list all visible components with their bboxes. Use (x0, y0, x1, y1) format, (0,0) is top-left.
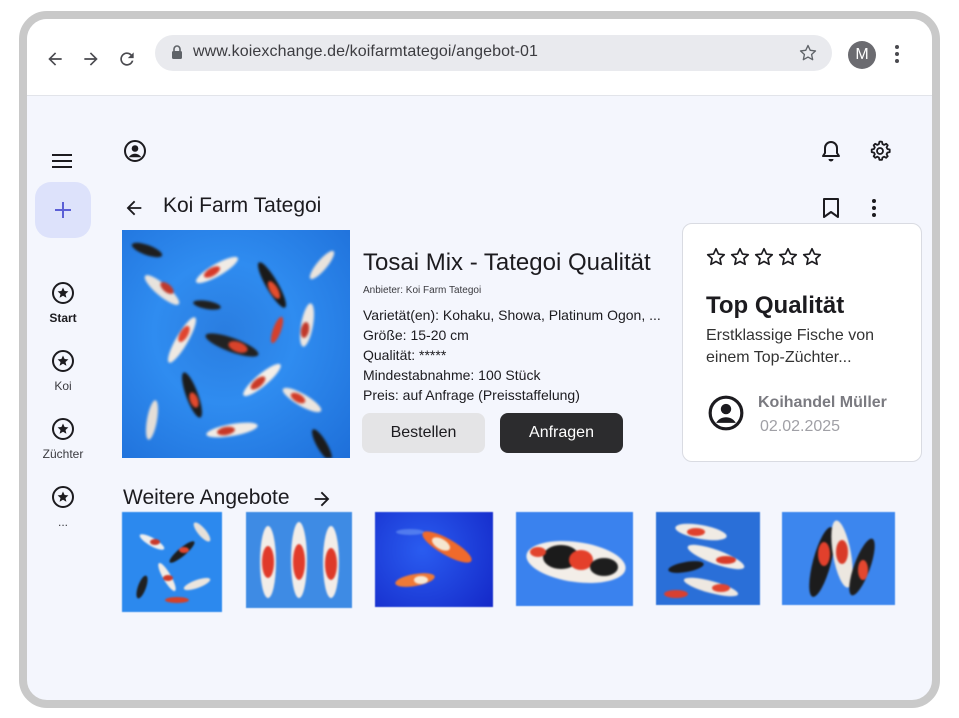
reload-icon[interactable] (115, 47, 139, 71)
star-outline-icon (706, 247, 726, 266)
back-icon[interactable] (43, 47, 67, 71)
product-title: Tosai Mix - Tategoi Qualität (363, 249, 651, 276)
rail-item-more[interactable]: ... (27, 485, 99, 529)
inquire-button[interactable]: Anfragen (500, 413, 623, 453)
seller-label: Anbieter: Koi Farm Tategoi (363, 285, 482, 296)
menu-icon[interactable] (52, 153, 74, 174)
product-image[interactable] (122, 230, 350, 458)
lock-icon (171, 45, 183, 64)
bell-icon[interactable] (820, 139, 842, 168)
add-button[interactable] (35, 182, 91, 238)
star-circle-icon (27, 349, 99, 373)
offer-thumbnail[interactable] (375, 512, 493, 607)
back-arrow-icon[interactable] (123, 197, 145, 224)
star-circle-icon (27, 417, 99, 441)
star-circle-icon (27, 281, 99, 305)
spec-varieties: Varietät(en): Kohaku, Showa, Platinum Og… (363, 307, 661, 323)
rail-item-start[interactable]: Start (27, 281, 99, 325)
spec-size: Größe: 15-20 cm (363, 327, 469, 343)
star-outline-icon (802, 247, 822, 266)
page-title: Koi Farm Tategoi (163, 194, 322, 217)
offer-thumbnail[interactable] (246, 512, 352, 608)
offer-thumbnail[interactable] (516, 512, 633, 606)
spec-quality: Qualität: ***** (363, 347, 447, 363)
browser-toolbar: www.koiexchange.de/koifarmtategoi/angebo… (27, 19, 932, 96)
rail-item-zuechter[interactable]: Züchter (27, 417, 99, 461)
spec-price: Preis: auf Anfrage (Preisstaffelung) (363, 387, 580, 403)
star-outline-icon (778, 247, 798, 266)
card-title: Top Qualität (706, 292, 845, 319)
profile-avatar[interactable]: M (848, 41, 876, 69)
more-offers-title[interactable]: Weitere Angebote (123, 486, 290, 510)
bookmark-star-icon[interactable] (798, 43, 818, 68)
card-description: Erstklassige Fische von einem Top-Züchte… (706, 327, 875, 366)
offer-thumbnail[interactable] (656, 512, 760, 605)
browser-menu-icon[interactable] (893, 43, 901, 70)
offer-thumbnail[interactable] (782, 512, 895, 605)
star-circle-icon (27, 485, 99, 509)
more-options-icon[interactable] (870, 197, 878, 224)
star-outline-icon (730, 247, 750, 266)
review-card: Top Qualität Erstklassige Fische von ein… (682, 223, 922, 462)
device-frame: www.koiexchange.de/koifarmtategoi/angebo… (19, 11, 940, 708)
rail-item-label: ... (57, 515, 68, 529)
account-circle-icon[interactable] (123, 139, 147, 168)
rail-item-label: Züchter (42, 447, 84, 461)
url-text[interactable]: www.koiexchange.de/koifarmtategoi/angebo… (193, 43, 538, 61)
spec-min-order: Mindestabnahme: 100 Stück (363, 367, 541, 383)
star-outline-icon (754, 247, 774, 266)
plus-icon (55, 202, 71, 218)
rail-item-label: Start (49, 311, 77, 325)
forward-icon[interactable] (79, 47, 103, 71)
rail-item-koi[interactable]: Koi (27, 349, 99, 393)
review-date: 02.02.2025 (760, 418, 841, 435)
address-bar[interactable]: www.koiexchange.de/koifarmtategoi/angebo… (155, 35, 832, 71)
rail-item-label: Koi (54, 379, 72, 393)
order-button[interactable]: Bestellen (362, 413, 485, 453)
gear-icon[interactable] (868, 139, 892, 168)
arrow-right-icon[interactable] (311, 488, 333, 515)
rating-stars (705, 246, 823, 268)
offer-thumbnail[interactable] (122, 512, 222, 612)
bookmark-icon[interactable] (822, 197, 840, 224)
account-circle-icon (707, 394, 745, 437)
review-author: Koihandel Müller (758, 394, 887, 411)
